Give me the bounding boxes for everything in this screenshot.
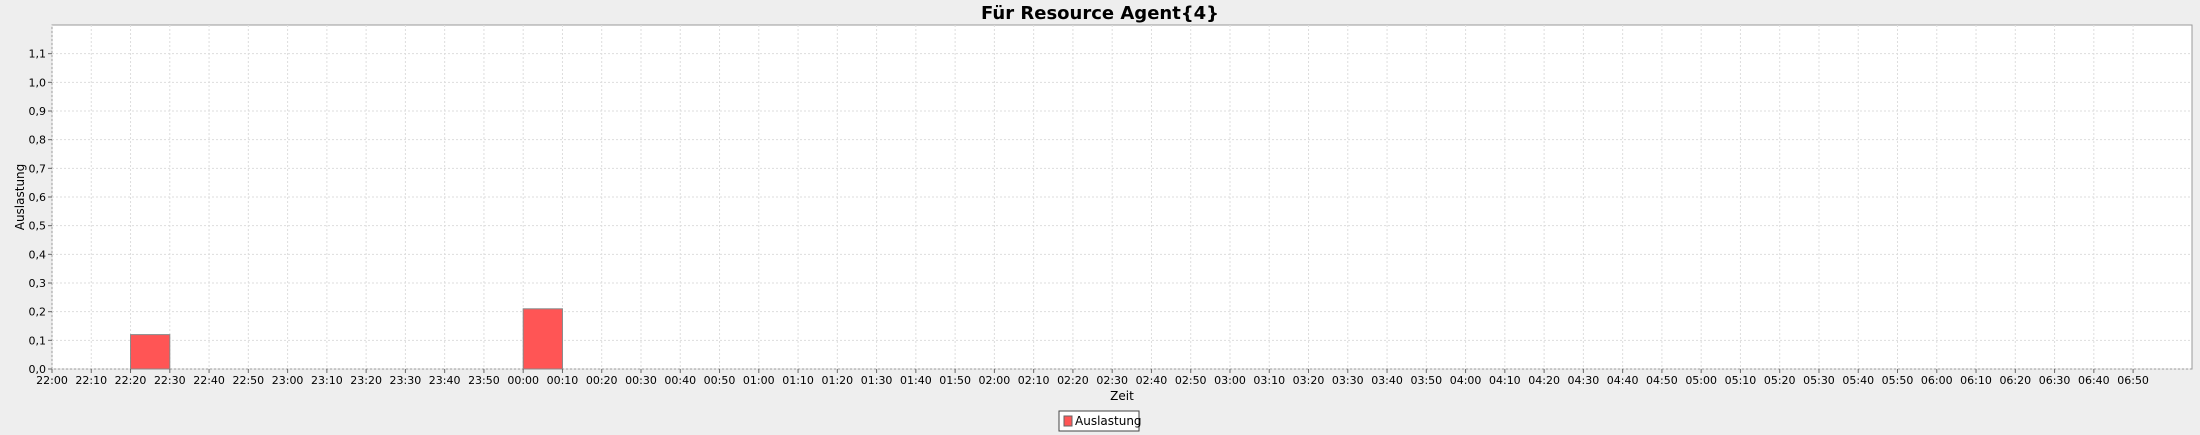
x-tick-label: 01:00 xyxy=(743,374,775,387)
x-tick-label: 05:20 xyxy=(1764,374,1796,387)
x-tick-label: 04:10 xyxy=(1489,374,1521,387)
x-tick-label: 00:30 xyxy=(625,374,657,387)
x-tick-label: 03:00 xyxy=(1214,374,1246,387)
y-tick-label: 0,1 xyxy=(29,334,47,347)
y-tick-label: 0,8 xyxy=(29,134,47,147)
x-tick-label: 04:00 xyxy=(1450,374,1482,387)
x-tick-label: 06:40 xyxy=(2078,374,2110,387)
bar-0000 xyxy=(522,308,563,370)
x-tick-label: 22:20 xyxy=(115,374,147,387)
x-axis-label: Zeit xyxy=(1110,389,1134,403)
x-tick-label: 02:20 xyxy=(1057,374,1089,387)
x-tick-label: 23:40 xyxy=(429,374,461,387)
x-tick-label: 00:50 xyxy=(704,374,736,387)
x-tick-label: 04:50 xyxy=(1646,374,1678,387)
chart-title: Für Resource Agent{4} xyxy=(981,3,1219,24)
x-tick-label: 03:20 xyxy=(1293,374,1325,387)
x-tick-label: 02:10 xyxy=(1018,374,1050,387)
x-tick-label: 03:10 xyxy=(1253,374,1285,387)
x-tick-label: 06:20 xyxy=(1999,374,2031,387)
x-tick-label: 05:00 xyxy=(1685,374,1717,387)
x-tick-label: 01:40 xyxy=(900,374,932,387)
y-tick-label: 0,9 xyxy=(29,105,47,118)
x-tick-label: 00:40 xyxy=(664,374,696,387)
legend-label: Auslastung xyxy=(1075,414,1142,428)
x-tick-label: 04:20 xyxy=(1528,374,1560,387)
x-tick-label: 23:30 xyxy=(390,374,422,387)
x-tick-label: 23:10 xyxy=(311,374,343,387)
x-tick-label: 03:40 xyxy=(1371,374,1403,387)
x-tick-label: 23:20 xyxy=(350,374,382,387)
x-tick-label: 04:40 xyxy=(1607,374,1639,387)
x-tick-label: 06:00 xyxy=(1921,374,1953,387)
y-tick-label: 0,4 xyxy=(29,248,47,261)
x-tick-label: 03:50 xyxy=(1410,374,1442,387)
x-tick-label: 00:00 xyxy=(507,374,539,387)
y-tick-label: 0,7 xyxy=(29,162,47,175)
x-tick-label: 22:50 xyxy=(232,374,264,387)
y-tick-label: 0,6 xyxy=(29,191,47,204)
x-tick-label: 00:10 xyxy=(547,374,579,387)
y-axis-label: Auslastung xyxy=(13,164,27,231)
x-tick-label: 22:10 xyxy=(75,374,107,387)
x-tick-label: 06:50 xyxy=(2117,374,2149,387)
bar-2220 xyxy=(130,334,171,370)
x-tick-label: 00:20 xyxy=(586,374,618,387)
x-tick-label: 02:40 xyxy=(1136,374,1168,387)
chart-container: Für Resource Agent{4} 0,0 0,1 0,2 0,3 0,4 0,5… xyxy=(0,0,2200,435)
x-tick-label: 22:00 xyxy=(36,374,68,387)
x-tick-label: 22:40 xyxy=(193,374,225,387)
x-tick-label: 01:50 xyxy=(939,374,971,387)
x-tick-label: 02:00 xyxy=(979,374,1011,387)
y-tick-label: 0,2 xyxy=(29,306,47,319)
x-tick-label: 02:30 xyxy=(1096,374,1128,387)
legend-swatch xyxy=(1063,415,1073,427)
legend: Auslastung xyxy=(1058,410,1142,432)
y-tick-label: 0,5 xyxy=(29,220,47,233)
x-tick-label: 23:00 xyxy=(272,374,304,387)
y-tick-label: 1,0 xyxy=(29,76,47,89)
x-tick-label: 06:30 xyxy=(2039,374,2071,387)
x-tick-label: 04:30 xyxy=(1568,374,1600,387)
x-tick-label: 06:10 xyxy=(1960,374,1992,387)
x-tick-label: 05:10 xyxy=(1725,374,1757,387)
x-tick-label: 01:20 xyxy=(821,374,853,387)
x-tick-label: 22:30 xyxy=(154,374,186,387)
x-tick-label: 03:30 xyxy=(1332,374,1364,387)
x-tick-label: 02:50 xyxy=(1175,374,1207,387)
y-tick-label: 1,1 xyxy=(29,48,47,61)
y-tick-label: 0,3 xyxy=(29,277,47,290)
x-tick-label: 01:10 xyxy=(782,374,814,387)
chart-svg: Für Resource Agent{4} 0,00,10,20,30,40,5… xyxy=(13,3,2193,432)
x-tick-label: 23:50 xyxy=(468,374,500,387)
x-tick-label: 05:40 xyxy=(1842,374,1874,387)
x-tick-label: 05:50 xyxy=(1882,374,1914,387)
x-tick-label: 01:30 xyxy=(861,374,893,387)
x-tick-label: 05:30 xyxy=(1803,374,1835,387)
